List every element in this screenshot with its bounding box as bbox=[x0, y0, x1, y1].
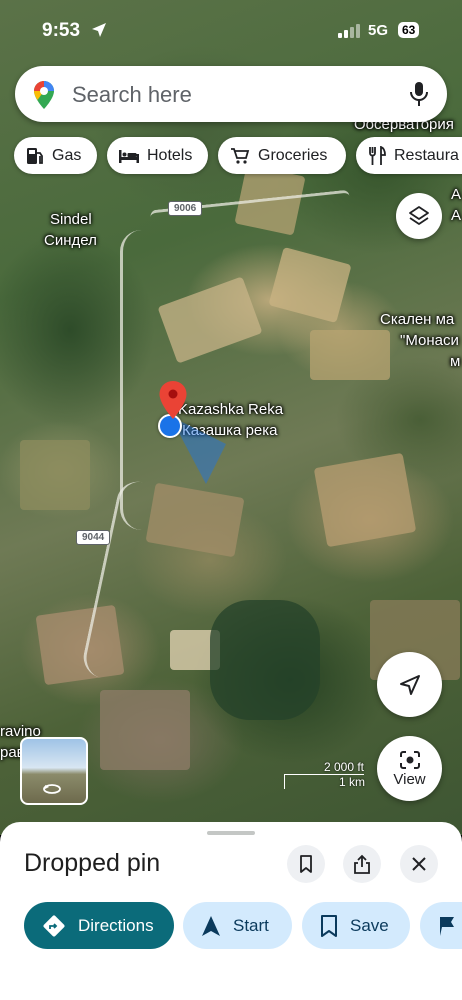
chip-label: Groceries bbox=[258, 146, 328, 164]
map-field bbox=[210, 600, 320, 720]
road bbox=[79, 477, 164, 683]
place-sheet[interactable]: Dropped pin Directions Start Save bbox=[0, 822, 462, 1000]
place-label[interactable]: Скален ма bbox=[380, 310, 454, 330]
battery-level: 63 bbox=[398, 22, 420, 38]
status-bar: 9:53 5G 63 bbox=[0, 0, 462, 60]
dropped-pin-icon[interactable] bbox=[158, 380, 188, 420]
road-shield: 9044 bbox=[76, 530, 111, 545]
search-input[interactable]: Search here bbox=[72, 82, 192, 108]
start-button[interactable]: Start bbox=[183, 902, 292, 949]
label-button[interactable] bbox=[420, 902, 462, 949]
save-button[interactable]: Save bbox=[302, 902, 410, 949]
network-type: 5G bbox=[368, 22, 389, 39]
layers-button[interactable] bbox=[396, 193, 442, 239]
chip-label: Hotels bbox=[147, 146, 193, 164]
share-icon bbox=[354, 854, 370, 874]
place-label[interactable]: А bbox=[451, 185, 461, 205]
chip-groceries[interactable]: Groceries bbox=[218, 137, 346, 174]
place-label[interactable]: А bbox=[451, 206, 461, 226]
search-bar[interactable]: Search here bbox=[15, 66, 447, 122]
map-field bbox=[313, 452, 417, 548]
chip-gas[interactable]: Gas bbox=[14, 137, 97, 174]
directions-button[interactable]: Directions bbox=[24, 902, 174, 949]
chip-hotels[interactable]: Hotels bbox=[107, 137, 208, 174]
scale-ft: 2 000 ft bbox=[284, 760, 364, 775]
save-label: Save bbox=[350, 915, 389, 935]
place-title: Dropped pin bbox=[24, 849, 161, 877]
directions-label: Directions bbox=[78, 915, 154, 935]
google-maps-logo-icon bbox=[34, 81, 54, 109]
view-button[interactable]: View bbox=[377, 736, 442, 801]
map-field bbox=[268, 246, 352, 324]
place-label[interactable]: Синдел bbox=[44, 231, 97, 251]
cart-icon bbox=[231, 147, 250, 164]
flag-icon bbox=[440, 916, 454, 936]
navigation-arrow-icon bbox=[399, 674, 420, 695]
chip-restaurants[interactable]: Restaura bbox=[356, 137, 462, 174]
map-field bbox=[310, 330, 390, 380]
bookmark-icon bbox=[300, 855, 312, 873]
gas-station-icon bbox=[27, 147, 43, 164]
map-field bbox=[157, 276, 263, 364]
microphone-icon[interactable] bbox=[408, 80, 430, 108]
location-arrow-icon bbox=[92, 23, 106, 37]
view-label: View bbox=[393, 770, 426, 788]
street-view-thumbnail[interactable] bbox=[20, 737, 88, 805]
place-label[interactable]: м bbox=[450, 352, 460, 372]
status-time: 9:53 bbox=[42, 20, 81, 41]
bed-icon bbox=[119, 149, 139, 163]
my-location-button[interactable] bbox=[377, 652, 442, 717]
map-field bbox=[20, 440, 90, 510]
camera-lens-icon bbox=[399, 750, 420, 769]
directions-icon bbox=[43, 915, 65, 936]
save-icon-button[interactable] bbox=[287, 845, 325, 883]
place-label[interactable]: Sindel bbox=[50, 210, 92, 230]
restaurant-icon bbox=[369, 145, 386, 165]
signal-bars-icon bbox=[338, 24, 360, 38]
chip-label: Gas bbox=[52, 146, 82, 164]
map-scale: 2 000 ft 1 km bbox=[284, 760, 365, 789]
sheet-drag-handle[interactable] bbox=[207, 831, 255, 835]
scale-km: 1 km bbox=[284, 775, 365, 789]
road-shield: 9006 bbox=[168, 201, 203, 216]
rotate-360-icon bbox=[43, 784, 61, 794]
start-label: Start bbox=[233, 915, 269, 935]
close-button[interactable] bbox=[400, 845, 438, 883]
close-icon bbox=[412, 857, 426, 871]
place-label[interactable]: "Монаси bbox=[400, 331, 459, 351]
layers-icon bbox=[409, 206, 429, 225]
navigation-arrow-icon bbox=[202, 915, 220, 936]
share-button[interactable] bbox=[343, 845, 381, 883]
bookmark-icon bbox=[321, 914, 337, 937]
chip-label: Restaura bbox=[394, 146, 459, 164]
map-field bbox=[100, 690, 190, 770]
